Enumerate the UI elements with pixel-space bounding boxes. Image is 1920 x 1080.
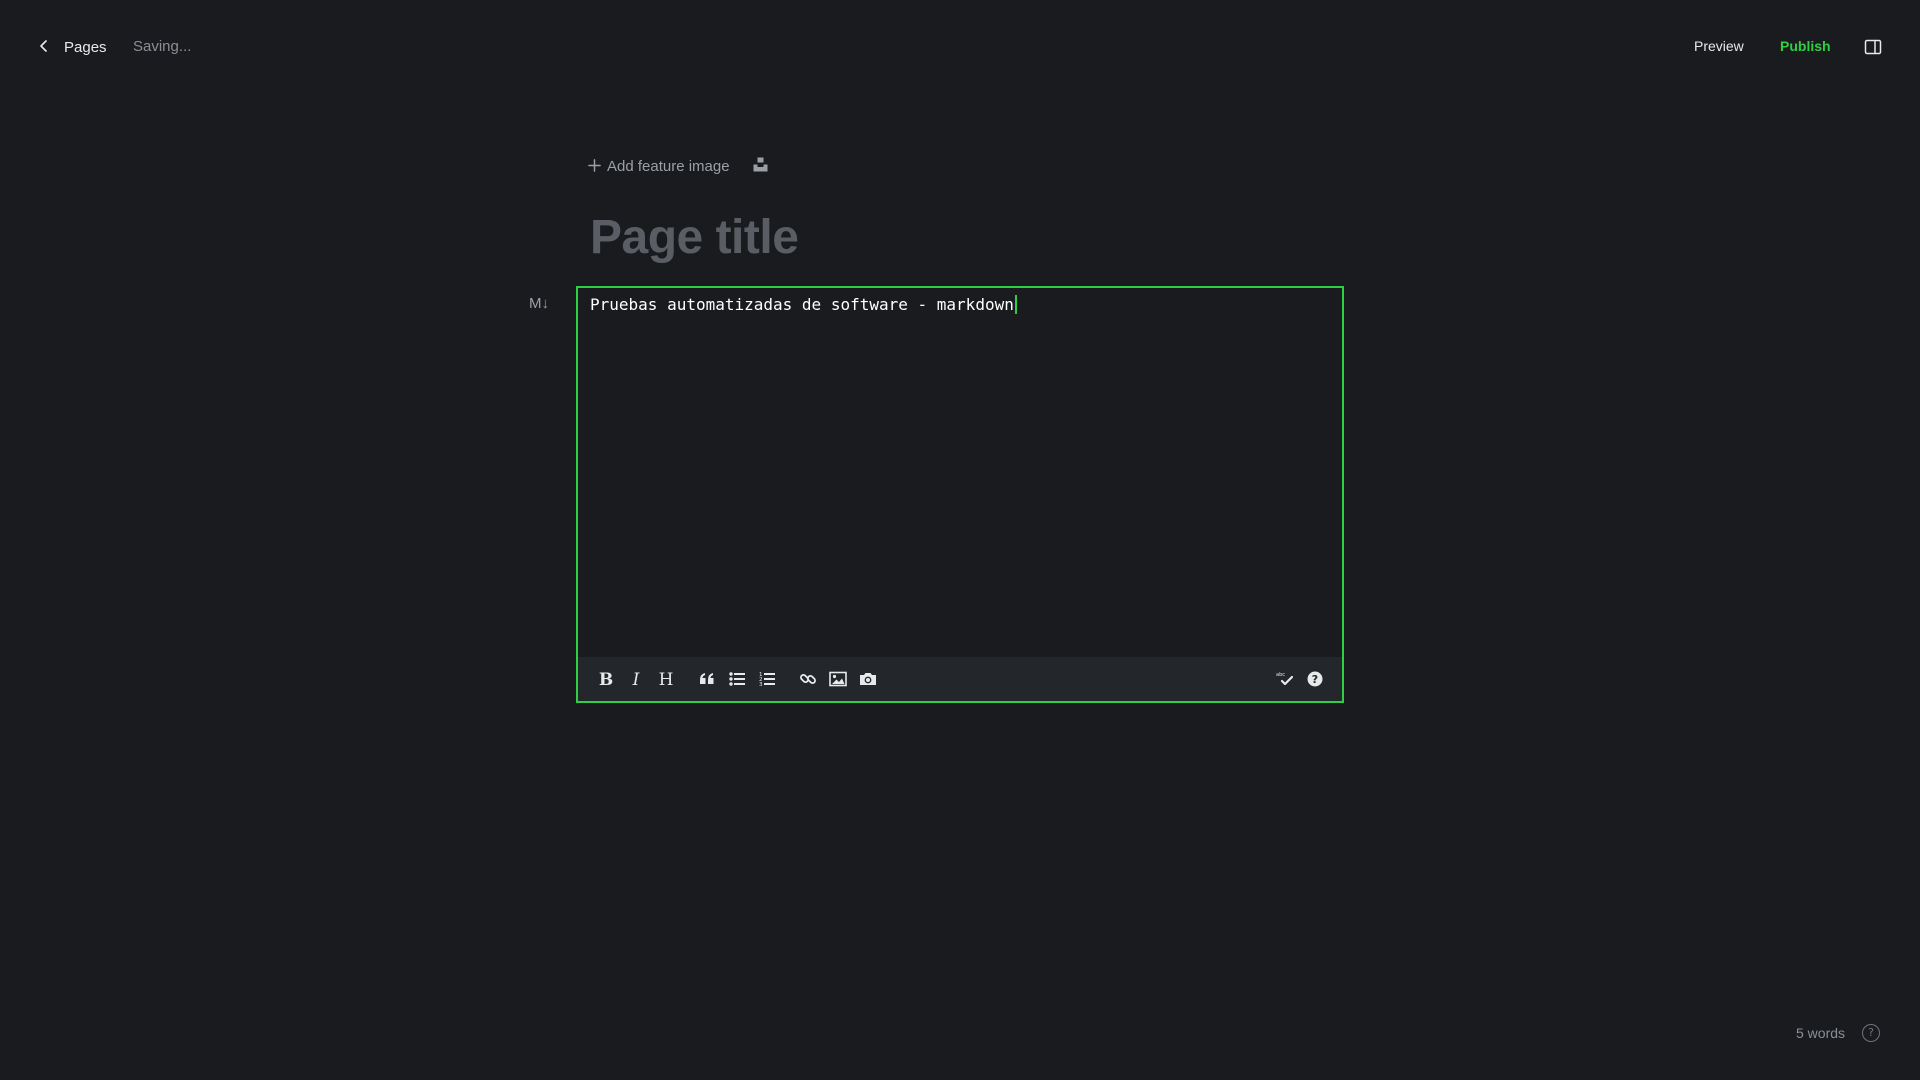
svg-text:abc: abc xyxy=(1276,672,1285,678)
preview-button[interactable]: Preview xyxy=(1694,38,1744,54)
svg-text:B: B xyxy=(599,670,613,688)
top-bar: Pages Saving... Preview Publish xyxy=(0,0,1920,94)
image-icon[interactable] xyxy=(826,667,850,691)
svg-text:3: 3 xyxy=(759,682,763,688)
quote-icon[interactable] xyxy=(695,667,719,691)
italic-icon[interactable]: I xyxy=(624,667,648,691)
text-caret xyxy=(1014,295,1017,314)
word-count: 5 words xyxy=(1796,1025,1846,1041)
back-link-label: Pages xyxy=(64,38,107,56)
markdown-editor[interactable]: Pruebas automatizadas de software - mark… xyxy=(576,286,1344,703)
heading-icon[interactable]: H xyxy=(654,667,678,691)
editor-toolbar: B I H 1 2 3 abc ? xyxy=(578,657,1342,701)
chevron-left-icon xyxy=(38,39,50,56)
link-icon[interactable] xyxy=(796,667,820,691)
add-feature-image-button[interactable]: Add feature image xyxy=(588,157,730,175)
plus-icon xyxy=(588,157,601,175)
sidebar-toggle-icon[interactable] xyxy=(1864,38,1882,56)
spellcheck-icon[interactable]: abc xyxy=(1273,667,1297,691)
publish-button[interactable]: Publish xyxy=(1780,38,1831,54)
help-circle-icon[interactable]: ? xyxy=(1862,1024,1880,1042)
editor-content: Pruebas automatizadas de software - mark… xyxy=(590,295,1014,314)
add-feature-image-label: Add feature image xyxy=(607,157,730,175)
feature-image-row: Add feature image xyxy=(588,155,730,177)
ordered-list-icon[interactable]: 1 2 3 xyxy=(755,667,779,691)
svg-text:H: H xyxy=(659,670,674,688)
svg-text:I: I xyxy=(632,670,640,688)
page-title-input[interactable]: Page title xyxy=(590,210,799,265)
svg-text:?: ? xyxy=(1312,673,1318,686)
bold-icon[interactable]: B xyxy=(594,667,618,691)
markdown-indicator: M↓ xyxy=(529,295,549,312)
unordered-list-icon[interactable] xyxy=(725,667,749,691)
editor-text-area[interactable]: Pruebas automatizadas de software - mark… xyxy=(590,295,1017,314)
help-icon[interactable]: ? xyxy=(1303,667,1327,691)
unsplash-icon[interactable] xyxy=(753,157,768,172)
camera-icon[interactable] xyxy=(856,667,880,691)
back-to-pages-link[interactable]: Pages xyxy=(38,36,107,58)
save-status: Saving... xyxy=(133,38,192,55)
